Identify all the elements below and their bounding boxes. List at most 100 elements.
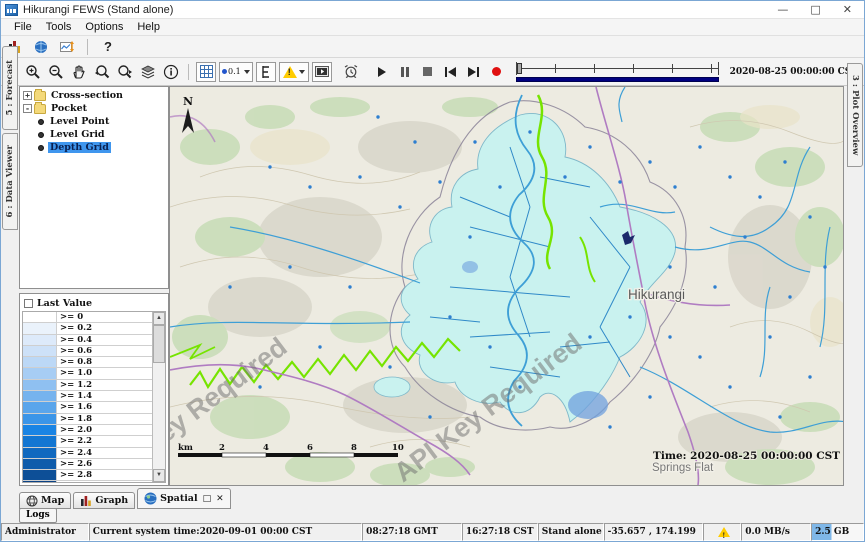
info-icon[interactable] <box>161 62 181 82</box>
legend-row[interactable]: >= 1.0 <box>23 368 152 379</box>
time-slider-ticks <box>517 64 718 73</box>
tab-graph[interactable]: Graph <box>73 492 135 509</box>
main-toolbar: ? <box>1 36 864 58</box>
legend-row-label: >= 1.2 <box>57 380 152 390</box>
legend-row[interactable]: >= 2.8 <box>23 470 152 481</box>
status-user: Administrator <box>1 523 89 541</box>
interval-dot-icon <box>222 69 227 74</box>
globe-map-icon[interactable] <box>31 37 51 57</box>
warning-icon <box>283 66 297 78</box>
zoom-out-icon[interactable] <box>46 62 66 82</box>
tab-restore-icon[interactable]: □ <box>203 494 212 504</box>
toolbar-separator <box>87 39 88 55</box>
play-button[interactable] <box>372 62 392 82</box>
legend-row[interactable]: >= 0.6 <box>23 346 152 357</box>
menu-file[interactable]: File <box>7 20 39 34</box>
scrollbar-thumb[interactable] <box>153 325 165 363</box>
tree-node-label-selected[interactable]: Depth Grid <box>48 142 111 153</box>
legend-row-label: >= 1.8 <box>57 414 152 424</box>
status-warning-cell[interactable] <box>703 523 741 541</box>
folder-icon <box>34 104 46 114</box>
collapse-icon[interactable]: - <box>23 104 32 113</box>
time-slider[interactable] <box>516 62 719 82</box>
legend-color-swatch <box>23 470 57 480</box>
time-slider-handle[interactable] <box>517 63 522 74</box>
tree-node-label[interactable]: Pocket <box>49 103 89 114</box>
last-value-checkbox[interactable] <box>24 299 33 308</box>
map-canvas[interactable]: API Key Required API Key Required Hikura… <box>169 86 844 486</box>
expand-icon[interactable]: + <box>23 91 32 100</box>
zoom-in-icon[interactable] <box>23 62 43 82</box>
legend-row-label: >= 1.0 <box>57 368 152 378</box>
pause-button[interactable] <box>395 62 415 82</box>
legend-panel: Last Value >= 0>= 0.2>= 0.4>= 0.6>= 0.8>… <box>19 293 169 486</box>
tree-node-level-point[interactable]: Level Point <box>20 115 168 128</box>
pan-hand-icon[interactable] <box>69 62 89 82</box>
locality-label: Springs Flat <box>652 462 714 474</box>
svg-text:km: km <box>178 443 193 453</box>
skip-to-start-button[interactable] <box>441 62 461 82</box>
legend-row[interactable]: >= 2.4 <box>23 448 152 459</box>
tree-node-pocket[interactable]: - Pocket <box>20 102 168 115</box>
legend-row[interactable]: >= 1.6 <box>23 402 152 413</box>
record-button[interactable] <box>487 62 507 82</box>
layers-icon[interactable] <box>138 62 158 82</box>
close-button[interactable]: ✕ <box>843 1 852 19</box>
zoom-next-icon[interactable] <box>115 62 135 82</box>
legend-row[interactable]: >= 0.2 <box>23 323 152 334</box>
scroll-up-icon[interactable]: ▲ <box>153 312 165 325</box>
tree-node-label[interactable]: Level Point <box>48 116 111 127</box>
legend-row[interactable]: >= 1.2 <box>23 380 152 391</box>
data-viewer-panel: + Cross-section - Pocket Level Point Lev… <box>19 86 169 486</box>
tree-node-depth-grid[interactable]: Depth Grid <box>20 141 168 154</box>
zoom-previous-icon[interactable] <box>92 62 112 82</box>
skip-to-end-button[interactable] <box>464 62 484 82</box>
menu-help[interactable]: Help <box>130 20 167 34</box>
legend-row-label: >= 2.8 <box>57 470 152 480</box>
legend-row[interactable]: >= 1.8 <box>23 414 152 425</box>
tree-node-label[interactable]: Cross-section <box>49 90 125 101</box>
animation-movie-button[interactable] <box>312 62 332 82</box>
tree-node-cross-section[interactable]: + Cross-section <box>20 89 168 102</box>
legend-row[interactable]: >= 2.2 <box>23 436 152 447</box>
help-button[interactable]: ? <box>98 39 118 54</box>
time-settings-icon[interactable] <box>341 62 361 82</box>
legend-row[interactable]: >= 2.6 <box>23 459 152 470</box>
legend-row-label: >= 2.4 <box>57 448 152 458</box>
last-value-label: Last Value <box>37 298 92 309</box>
stop-button[interactable] <box>418 62 438 82</box>
tab-close-icon[interactable]: ✕ <box>216 494 224 504</box>
legend-row-label: >= 2.2 <box>57 436 152 446</box>
timeseries-icon[interactable] <box>57 37 77 57</box>
minimize-button[interactable]: — <box>777 1 788 19</box>
warning-threshold-dropdown[interactable] <box>279 62 309 82</box>
legend-row[interactable]: >= 0.8 <box>23 357 152 368</box>
contour-interval-dropdown[interactable]: 0.1 <box>219 62 253 82</box>
logs-button[interactable]: Logs <box>19 508 57 523</box>
legend-color-swatch <box>23 481 57 482</box>
wire-globe-icon <box>26 495 38 507</box>
tree-node-label[interactable]: Level Grid <box>48 129 107 140</box>
legend-row-label: >= 2.6 <box>57 459 152 469</box>
legend-color-swatch <box>23 391 57 401</box>
maximize-button[interactable]: □ <box>810 1 820 19</box>
legend-row[interactable]: >= 0.4 <box>23 335 152 346</box>
tab-spatial[interactable]: Spatial □ ✕ <box>137 488 230 509</box>
tree-node-level-grid[interactable]: Level Grid <box>20 128 168 141</box>
longitudinal-profile-button[interactable] <box>256 62 276 82</box>
menu-tools[interactable]: Tools <box>39 20 79 34</box>
legend-row[interactable]: >= 1.4 <box>23 391 152 402</box>
legend-color-swatch <box>23 459 57 469</box>
menu-options[interactable]: Options <box>78 20 130 34</box>
status-gmt-time: 08:27:18 GMT <box>362 523 462 541</box>
grid-layer-button[interactable] <box>196 62 216 82</box>
legend-scrollbar[interactable]: ▲ ▼ <box>152 312 165 482</box>
window-title: Hikurangi FEWS (Stand alone) <box>23 4 173 16</box>
legend-row[interactable]: >= 0 <box>23 312 152 323</box>
status-bar: Administrator Current system time:2020-0… <box>1 523 864 541</box>
tab-map[interactable]: Map <box>19 492 71 509</box>
legend-list: >= 0>= 0.2>= 0.4>= 0.6>= 0.8>= 1.0 >= 1.2… <box>23 312 152 482</box>
legend-row[interactable]: >= 3.0 <box>23 481 152 482</box>
legend-row[interactable]: >= 2.0 <box>23 425 152 436</box>
scroll-down-icon[interactable]: ▼ <box>153 469 165 482</box>
